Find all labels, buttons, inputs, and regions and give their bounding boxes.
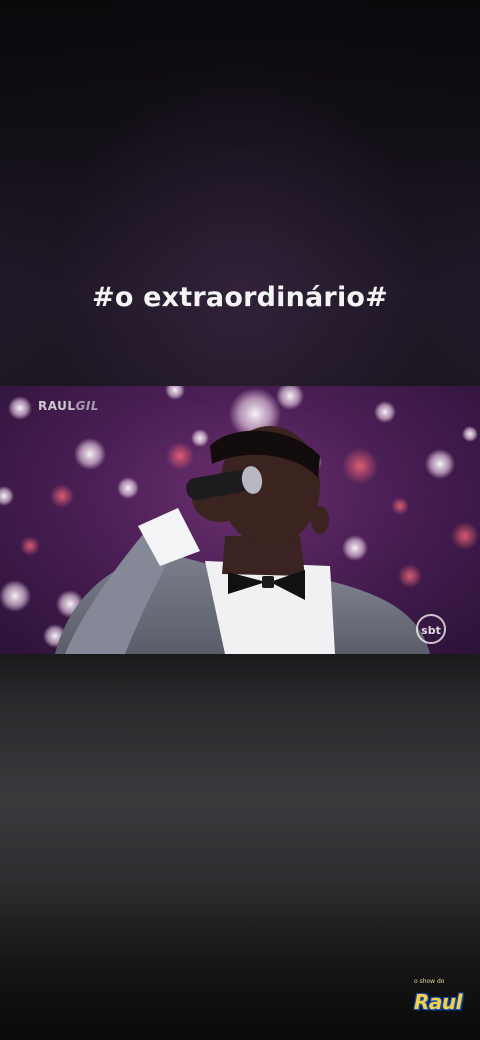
logo-raul-text: RAUL	[38, 399, 76, 413]
video-caption: #o extraordinário#	[92, 282, 388, 313]
show-watermark-logo: o show do Raul	[412, 978, 468, 1018]
reel-screen: #o extraordinário# RAULGIL sbt o show do…	[0, 0, 480, 1040]
stage-scene-illustration	[0, 386, 479, 654]
watermark-small-text: o show do	[414, 978, 445, 985]
top-background	[0, 0, 480, 386]
video-frame[interactable]: RAULGIL sbt	[0, 386, 480, 654]
watermark-main-text: Raul	[414, 990, 463, 1014]
logo-gil-text: GIL	[75, 399, 100, 413]
raul-gil-logo: RAULGIL	[38, 399, 99, 413]
sbt-logo-text: sbt	[421, 624, 441, 637]
sbt-logo: sbt	[416, 614, 446, 644]
